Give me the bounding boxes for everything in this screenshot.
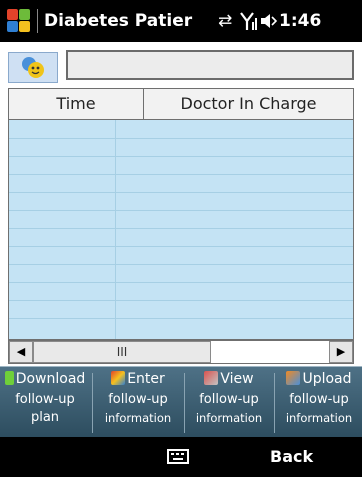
- view-label: View: [220, 371, 254, 387]
- scroll-thumb[interactable]: III: [33, 341, 211, 363]
- enter-sublabel-2: information: [104, 411, 172, 425]
- table-row-line: [9, 228, 353, 229]
- download-icon: [4, 371, 14, 385]
- toolbar-separator: [92, 373, 93, 433]
- enter-sublabel: follow-up: [108, 392, 168, 407]
- enter-info-button[interactable]: Enter follow-up information: [94, 367, 182, 437]
- upload-label: Upload: [302, 371, 352, 387]
- follow-up-table: Time Doctor In Charge: [8, 88, 354, 340]
- download-plan-button[interactable]: Download follow-up plan: [0, 367, 90, 437]
- download-sublabel-2: plan: [30, 410, 60, 425]
- horizontal-scrollbar[interactable]: ◀ III ▶: [8, 340, 354, 364]
- signal-icon: [240, 10, 260, 38]
- table-row-line: [9, 156, 353, 157]
- table-row-line: [9, 138, 353, 139]
- table-row-line: [9, 282, 353, 283]
- download-label: Download: [15, 371, 86, 387]
- view-info-button[interactable]: View follow-up information: [186, 367, 272, 437]
- action-toolbar: Download follow-up plan Enter follow-up …: [0, 366, 362, 437]
- scroll-left-arrow[interactable]: ◀: [9, 341, 33, 363]
- volume-icon: [259, 10, 279, 38]
- messenger-button[interactable]: [8, 52, 58, 83]
- table-row-line: [9, 246, 353, 247]
- upload-icon: [286, 371, 301, 385]
- view-icon: [204, 371, 219, 385]
- scroll-right-arrow[interactable]: ▶: [329, 341, 353, 363]
- clock: 1:46: [279, 11, 322, 31]
- view-sublabel: follow-up: [199, 392, 259, 407]
- table-row-line: [9, 210, 353, 211]
- table-row-line: [9, 300, 353, 301]
- table-header: Time Doctor In Charge: [9, 89, 353, 120]
- toolbar-separator: [274, 373, 275, 433]
- table-row-line: [9, 264, 353, 265]
- title-separator: [37, 9, 38, 33]
- scroll-track[interactable]: [211, 341, 329, 363]
- keyboard-icon[interactable]: [167, 449, 189, 464]
- view-sublabel-2: information: [195, 411, 263, 425]
- app-title: Diabetes Patier: [44, 11, 193, 31]
- enter-label: Enter: [127, 371, 165, 387]
- table-row-line: [9, 318, 353, 319]
- windows-start-icon[interactable]: [6, 8, 32, 34]
- table-body: [9, 120, 353, 339]
- messenger-icon: [22, 57, 44, 78]
- download-sublabel: follow-up: [15, 392, 75, 407]
- softkey-bar: Back: [0, 437, 362, 477]
- back-softkey[interactable]: Back: [270, 447, 313, 466]
- upload-sublabel-2: information: [285, 411, 353, 425]
- table-row-line: [9, 174, 353, 175]
- title-bar: Diabetes Patier ⇄ 1:46: [0, 0, 362, 42]
- column-divider: [115, 120, 116, 339]
- search-row: [0, 42, 362, 88]
- upload-sublabel: follow-up: [289, 392, 349, 407]
- toolbar-separator: [184, 373, 185, 433]
- column-header-time[interactable]: Time: [9, 89, 144, 119]
- table-row-line: [9, 192, 353, 193]
- search-input[interactable]: [66, 50, 354, 80]
- column-header-doctor[interactable]: Doctor In Charge: [144, 89, 353, 119]
- sync-icon: ⇄: [218, 11, 233, 31]
- enter-icon: [111, 371, 126, 385]
- upload-info-button[interactable]: Upload follow-up information: [276, 367, 362, 437]
